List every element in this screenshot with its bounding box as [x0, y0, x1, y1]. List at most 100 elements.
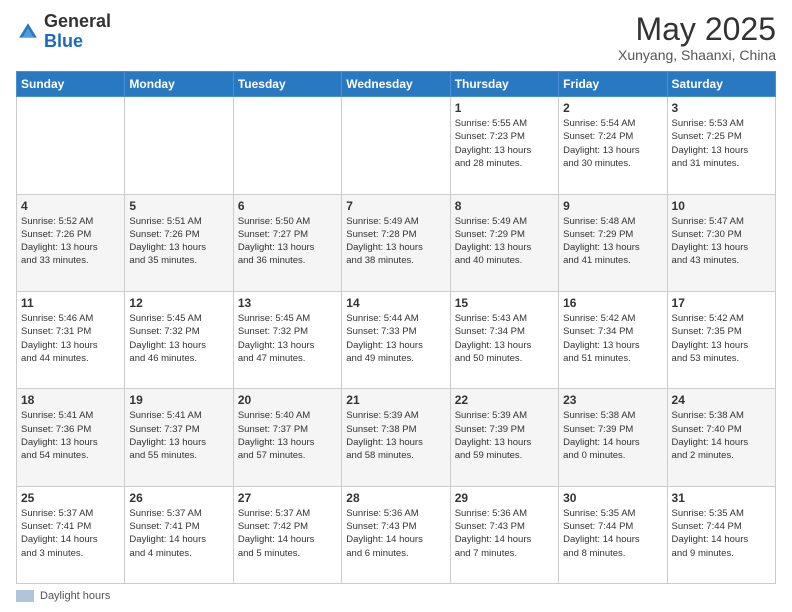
calendar-cell: 23 Sunrise: 5:38 AM Sunset: 7:39 PM Dayli…: [559, 389, 667, 486]
day-info: Sunrise: 5:49 AM Sunset: 7:29 PM Dayligh…: [455, 215, 554, 268]
calendar-cell: 7Sunrise: 5:49 AM Sunset: 7:28 PM Daylig…: [342, 194, 450, 291]
calendar-cell: 9Sunrise: 5:48 AM Sunset: 7:29 PM Daylig…: [559, 194, 667, 291]
day-number: 10: [672, 199, 771, 213]
calendar-header-tuesday: Tuesday: [233, 72, 341, 97]
day-info: Sunrise: 5:55 AM Sunset: 7:23 PM Dayligh…: [455, 117, 554, 170]
daylight-legend-box: [16, 590, 34, 602]
title-block: May 2025 Xunyang, Shaanxi, China: [618, 12, 776, 63]
day-number: 24: [672, 393, 771, 407]
day-number: 6: [238, 199, 337, 213]
day-number: 31: [672, 491, 771, 505]
calendar-cell: 10 Sunrise: 5:47 AM Sunset: 7:30 PM Dayli…: [667, 194, 775, 291]
day-info: Sunrise: 5:37 AM Sunset: 7:42 PM Dayligh…: [238, 507, 337, 560]
day-info: Sunrise: 5:42 AM Sunset: 7:35 PM Dayligh…: [672, 312, 771, 365]
day-number: 16: [563, 296, 662, 310]
day-number: 12: [129, 296, 228, 310]
day-number: 3: [672, 101, 771, 115]
calendar-header-sunday: Sunday: [17, 72, 125, 97]
day-number: 26: [129, 491, 228, 505]
calendar-header-wednesday: Wednesday: [342, 72, 450, 97]
day-info: Sunrise: 5:42 AM Sunset: 7:34 PM Dayligh…: [563, 312, 662, 365]
calendar-cell: 31 Sunrise: 5:35 AM Sunset: 7:44 PM Dayli…: [667, 486, 775, 583]
calendar-cell: 15 Sunrise: 5:43 AM Sunset: 7:34 PM Dayli…: [450, 291, 558, 388]
calendar-cell: 17Sunrise: 5:42 AM Sunset: 7:35 PM Dayli…: [667, 291, 775, 388]
calendar-cell: [233, 97, 341, 194]
day-number: 30: [563, 491, 662, 505]
day-number: 1: [455, 101, 554, 115]
day-number: 5: [129, 199, 228, 213]
day-number: 29: [455, 491, 554, 505]
day-info: Sunrise: 5:41 AM Sunset: 7:36 PM Dayligh…: [21, 409, 120, 462]
day-number: 15: [455, 296, 554, 310]
day-number: 23: [563, 393, 662, 407]
calendar-cell: 18 Sunrise: 5:41 AM Sunset: 7:36 PM Dayli…: [17, 389, 125, 486]
day-number: 20: [238, 393, 337, 407]
calendar-cell: 21 Sunrise: 5:39 AM Sunset: 7:38 PM Dayli…: [342, 389, 450, 486]
calendar-cell: 11Sunrise: 5:46 AM Sunset: 7:31 PM Dayli…: [17, 291, 125, 388]
calendar-cell: 30Sunrise: 5:35 AM Sunset: 7:44 PM Dayli…: [559, 486, 667, 583]
calendar-cell: 29Sunrise: 5:36 AM Sunset: 7:43 PM Dayli…: [450, 486, 558, 583]
calendar-cell: 8 Sunrise: 5:49 AM Sunset: 7:29 PM Daylig…: [450, 194, 558, 291]
day-number: 4: [21, 199, 120, 213]
day-number: 2: [563, 101, 662, 115]
logo: General Blue: [16, 12, 111, 52]
day-number: 18: [21, 393, 120, 407]
day-info: Sunrise: 5:50 AM Sunset: 7:27 PM Dayligh…: [238, 215, 337, 268]
day-info: Sunrise: 5:38 AM Sunset: 7:40 PM Dayligh…: [672, 409, 771, 462]
calendar-cell: 12 Sunrise: 5:45 AM Sunset: 7:32 PM Dayli…: [125, 291, 233, 388]
calendar-cell: 5Sunrise: 5:51 AM Sunset: 7:26 PM Daylig…: [125, 194, 233, 291]
day-info: Sunrise: 5:54 AM Sunset: 7:24 PM Dayligh…: [563, 117, 662, 170]
day-number: 7: [346, 199, 445, 213]
daylight-legend-label: Daylight hours: [40, 590, 110, 602]
calendar-header-thursday: Thursday: [450, 72, 558, 97]
calendar: SundayMondayTuesdayWednesdayThursdayFrid…: [16, 71, 776, 584]
calendar-cell: 6 Sunrise: 5:50 AM Sunset: 7:27 PM Daylig…: [233, 194, 341, 291]
day-info: Sunrise: 5:39 AM Sunset: 7:38 PM Dayligh…: [346, 409, 445, 462]
day-info: Sunrise: 5:35 AM Sunset: 7:44 PM Dayligh…: [672, 507, 771, 560]
calendar-cell: 2 Sunrise: 5:54 AM Sunset: 7:24 PM Daylig…: [559, 97, 667, 194]
day-number: 19: [129, 393, 228, 407]
calendar-header-saturday: Saturday: [667, 72, 775, 97]
day-info: Sunrise: 5:41 AM Sunset: 7:37 PM Dayligh…: [129, 409, 228, 462]
day-info: Sunrise: 5:43 AM Sunset: 7:34 PM Dayligh…: [455, 312, 554, 365]
day-info: Sunrise: 5:38 AM Sunset: 7:39 PM Dayligh…: [563, 409, 662, 462]
calendar-week-row: 1 Sunrise: 5:55 AM Sunset: 7:23 PM Daylig…: [17, 97, 776, 194]
calendar-cell: 13 Sunrise: 5:45 AM Sunset: 7:32 PM Dayli…: [233, 291, 341, 388]
calendar-cell: 22Sunrise: 5:39 AM Sunset: 7:39 PM Dayli…: [450, 389, 558, 486]
calendar-cell: 3 Sunrise: 5:53 AM Sunset: 7:25 PM Daylig…: [667, 97, 775, 194]
calendar-cell: [342, 97, 450, 194]
day-number: 8: [455, 199, 554, 213]
calendar-cell: 14Sunrise: 5:44 AM Sunset: 7:33 PM Dayli…: [342, 291, 450, 388]
day-info: Sunrise: 5:48 AM Sunset: 7:29 PM Dayligh…: [563, 215, 662, 268]
logo-icon: [16, 20, 40, 44]
page: General Blue May 2025 Xunyang, Shaanxi, …: [0, 0, 792, 612]
day-number: 27: [238, 491, 337, 505]
calendar-header-row: SundayMondayTuesdayWednesdayThursdayFrid…: [17, 72, 776, 97]
calendar-cell: 4 Sunrise: 5:52 AM Sunset: 7:26 PM Daylig…: [17, 194, 125, 291]
day-info: Sunrise: 5:47 AM Sunset: 7:30 PM Dayligh…: [672, 215, 771, 268]
calendar-cell: 24 Sunrise: 5:38 AM Sunset: 7:40 PM Dayli…: [667, 389, 775, 486]
calendar-week-row: 4 Sunrise: 5:52 AM Sunset: 7:26 PM Daylig…: [17, 194, 776, 291]
day-info: Sunrise: 5:45 AM Sunset: 7:32 PM Dayligh…: [238, 312, 337, 365]
day-info: Sunrise: 5:53 AM Sunset: 7:25 PM Dayligh…: [672, 117, 771, 170]
calendar-cell: [17, 97, 125, 194]
calendar-week-row: 11Sunrise: 5:46 AM Sunset: 7:31 PM Dayli…: [17, 291, 776, 388]
header: General Blue May 2025 Xunyang, Shaanxi, …: [16, 12, 776, 63]
month-title: May 2025: [618, 12, 776, 47]
day-info: Sunrise: 5:45 AM Sunset: 7:32 PM Dayligh…: [129, 312, 228, 365]
calendar-cell: 1 Sunrise: 5:55 AM Sunset: 7:23 PM Daylig…: [450, 97, 558, 194]
day-number: 21: [346, 393, 445, 407]
day-info: Sunrise: 5:37 AM Sunset: 7:41 PM Dayligh…: [21, 507, 120, 560]
day-number: 28: [346, 491, 445, 505]
calendar-cell: 20Sunrise: 5:40 AM Sunset: 7:37 PM Dayli…: [233, 389, 341, 486]
day-info: Sunrise: 5:52 AM Sunset: 7:26 PM Dayligh…: [21, 215, 120, 268]
location: Xunyang, Shaanxi, China: [618, 47, 776, 63]
calendar-cell: 19 Sunrise: 5:41 AM Sunset: 7:37 PM Dayli…: [125, 389, 233, 486]
footer: Daylight hours: [16, 590, 776, 602]
calendar-header-monday: Monday: [125, 72, 233, 97]
day-number: 11: [21, 296, 120, 310]
day-number: 13: [238, 296, 337, 310]
calendar-cell: 27 Sunrise: 5:37 AM Sunset: 7:42 PM Dayli…: [233, 486, 341, 583]
calendar-cell: 26Sunrise: 5:37 AM Sunset: 7:41 PM Dayli…: [125, 486, 233, 583]
calendar-week-row: 25Sunrise: 5:37 AM Sunset: 7:41 PM Dayli…: [17, 486, 776, 583]
